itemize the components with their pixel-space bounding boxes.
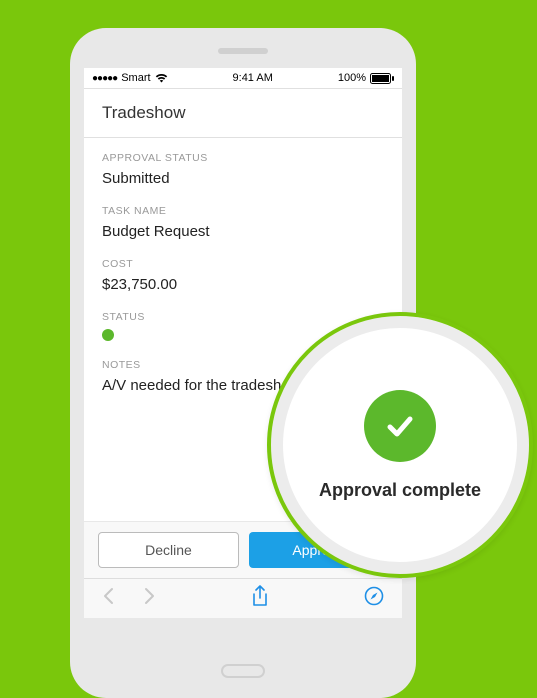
signal-dots-icon: ●●●●● (92, 73, 117, 84)
label-task-name: TASK NAME (102, 205, 384, 217)
status-bar: ●●●●● Smart 9:41 AM 100% (84, 68, 402, 88)
decline-button[interactable]: Decline (98, 532, 239, 568)
label-status: STATUS (102, 311, 384, 323)
value-cost: $23,750.00 (102, 276, 384, 293)
page-title: Tradeshow (84, 88, 402, 138)
value-task-name: Budget Request (102, 223, 384, 240)
carrier-label: Smart (121, 72, 150, 84)
clock: 9:41 AM (233, 72, 273, 84)
share-icon[interactable] (251, 585, 269, 612)
value-approval-status: Submitted (102, 170, 384, 187)
status-dot-icon (102, 329, 114, 341)
check-circle-icon (364, 390, 436, 462)
battery-icon (370, 73, 394, 84)
forward-icon[interactable] (144, 587, 156, 610)
browser-toolbar (84, 578, 402, 618)
label-approval-status: APPROVAL STATUS (102, 152, 384, 164)
phone-speaker (218, 48, 268, 54)
field-task-name: TASK NAME Budget Request (102, 205, 384, 240)
wifi-icon (155, 73, 168, 83)
field-approval-status: APPROVAL STATUS Submitted (102, 152, 384, 187)
field-cost: COST $23,750.00 (102, 258, 384, 293)
back-icon[interactable] (102, 587, 114, 610)
battery-percent: 100% (338, 72, 366, 84)
approval-complete-callout: Approval complete (267, 312, 533, 578)
callout-text: Approval complete (319, 480, 481, 501)
home-button[interactable] (221, 664, 265, 678)
safari-icon[interactable] (364, 586, 384, 611)
label-cost: COST (102, 258, 384, 270)
